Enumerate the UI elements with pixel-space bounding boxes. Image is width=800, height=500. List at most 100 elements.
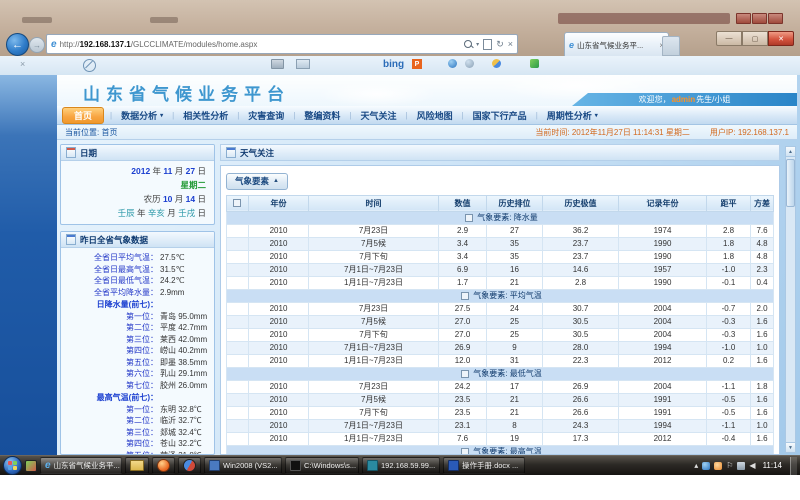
start-button[interactable] (3, 456, 22, 475)
table-cell: 26.6 (543, 393, 619, 406)
menu-item-5[interactable]: 整编资料 (296, 108, 348, 123)
minimize-button[interactable]: — (716, 31, 742, 46)
browser-tab[interactable]: e 山东省气候业务平... × (564, 32, 669, 57)
expand-checkbox[interactable] (461, 292, 469, 300)
volume-icon[interactable]: ◀ (749, 462, 755, 470)
scrollbar-thumb[interactable] (786, 159, 795, 207)
table-cell: 1.8 (707, 250, 751, 263)
tray-network-app-icon[interactable] (702, 462, 710, 470)
menu-item-9[interactable]: 周期性分析▾ (539, 108, 606, 123)
calendar-text: 14 (186, 194, 195, 204)
stop-icon[interactable]: × (508, 39, 513, 49)
menu-item-3[interactable]: 相关性分析 (175, 108, 236, 123)
mail-icon[interactable] (296, 59, 310, 69)
plugin-icon[interactable] (530, 59, 539, 68)
network-icon[interactable] (737, 462, 745, 470)
menu-item-8[interactable]: 国家下行产品 (465, 108, 535, 123)
element-group-row[interactable]: 气象要素: 平均气温 (227, 289, 774, 302)
table-row: 20107月1日~7月23日6.91614.61957-1.02.3 (227, 263, 774, 276)
menu-separator: | (462, 111, 464, 120)
task-button-remote[interactable]: 192.168.59.99... (362, 457, 440, 474)
new-tab-button[interactable] (662, 36, 680, 56)
scroll-down-arrow[interactable]: ▼ (786, 442, 795, 452)
tab-title[interactable]: 山东省气候业务平... (577, 40, 656, 51)
task-button-media[interactable] (178, 457, 201, 474)
table-cell: 1.7 (439, 276, 487, 289)
expand-checkbox[interactable] (465, 214, 473, 222)
expand-checkbox[interactable] (461, 370, 469, 378)
task-button-word[interactable]: 操作手册.docx ... (443, 457, 525, 474)
table-row: 20107月23日27.52430.72004-0.72.0 (227, 302, 774, 315)
url-text[interactable]: http://192.168.137.1/GLCCLIMATE/modules/… (60, 40, 462, 49)
photo-icon[interactable] (465, 59, 474, 68)
select-all-checkbox[interactable] (233, 199, 241, 207)
rank-label: 第四位： (61, 346, 158, 356)
stat-label: 全省日最高气温： (61, 265, 158, 275)
blocked-content-icon[interactable] (83, 59, 96, 72)
task-button-explorer[interactable] (125, 457, 149, 474)
scroll-up-arrow[interactable]: ▲ (786, 147, 795, 157)
dropdown-caret-icon[interactable]: ▾ (476, 41, 479, 48)
refresh-icon[interactable]: ↻ (496, 39, 504, 50)
rank-value: 苍山 32.2℃ (160, 439, 202, 449)
menu-item-6[interactable]: 天气关注 (352, 108, 404, 123)
tray-weather-icon[interactable] (714, 462, 722, 470)
forward-button[interactable]: → (29, 37, 45, 53)
compatibility-view-icon[interactable] (483, 39, 492, 50)
rank-label: 第六位： (61, 369, 158, 379)
taskbar-clock[interactable]: 11:14 (763, 461, 782, 470)
yesterday-panel-title: 昨日全省气象数据 (80, 234, 148, 246)
task-button-vm[interactable]: Win2008 (VS2... (204, 457, 282, 474)
menu-item-7[interactable]: 风险地图 (409, 108, 461, 123)
element-group-row[interactable]: 气象要素: 降水量 (227, 211, 774, 224)
show-desktop-button[interactable] (790, 457, 797, 475)
rank-row: 第三位：郯城 32.4℃ (61, 428, 212, 438)
table-cell: 3.4 (439, 250, 487, 263)
row-select-cell (227, 315, 249, 328)
page-scrollbar[interactable]: ▲ ▼ (785, 146, 796, 453)
pinned-app-icon[interactable] (25, 460, 37, 472)
menu-separator: | (536, 111, 538, 120)
toolbar-close-icon[interactable]: × (20, 59, 25, 69)
welcome-text: 欢迎您， (639, 94, 671, 105)
table-row: 20107月下旬3.43523.719901.84.8 (227, 250, 774, 263)
table-cell: 7月下旬 (309, 328, 439, 341)
address-bar[interactable]: e http://192.168.137.1/GLCCLIMATE/module… (46, 34, 518, 54)
task-button-app-orange[interactable] (152, 457, 175, 474)
table-row: 20107月1日~7月23日23.1824.31994-1.11.0 (227, 419, 774, 432)
task-button-ie[interactable]: e 山东省气候业务平... (40, 457, 122, 474)
cloud-decoration (317, 81, 437, 106)
table-cell: 0.2 (707, 354, 751, 367)
table-cell: 23.7 (543, 237, 619, 250)
element-group-row[interactable]: 气象要素: 最高气温 (227, 445, 774, 455)
search-icon[interactable] (464, 40, 472, 48)
back-button[interactable]: ← (6, 33, 29, 56)
element-group-row[interactable]: 气象要素: 最低气温 (227, 367, 774, 380)
menu-item-2[interactable]: 数据分析▾ (113, 108, 171, 123)
calendar-text: 年 (135, 208, 148, 218)
camera-icon[interactable] (271, 59, 284, 69)
table-cell: 2012 (619, 432, 707, 445)
maximize-button[interactable]: ▢ (742, 31, 768, 46)
calendar-text: 壬辰 (118, 208, 135, 218)
table-row: 20107月5候23.52126.61991-0.51.6 (227, 393, 774, 406)
menu-item-4[interactable]: 灾害查询 (240, 108, 292, 123)
bing-badge-icon[interactable]: P (412, 59, 422, 69)
close-button[interactable]: ✕ (768, 31, 794, 46)
element-group-cell: 气象要素: 最低气温 (227, 367, 774, 380)
table-cell: -1.1 (707, 380, 751, 393)
menu-item-1[interactable]: 首页 (62, 107, 104, 124)
messenger-icon[interactable] (448, 59, 457, 68)
action-center-flag-icon[interactable]: ⚐ (726, 462, 733, 470)
weather-data-table: 年份时间数值历史排位历史极值记录年份距平方差 气象要素: 降水量20107月23… (226, 195, 774, 456)
task-button-cmd[interactable]: C:\Windows\s... (285, 457, 359, 474)
yesterday-panel-header: 昨日全省气象数据 (61, 232, 214, 248)
expand-checkbox[interactable] (461, 448, 469, 455)
calendar-text: 农历 (144, 194, 163, 204)
table-row: 20107月5候27.02530.52004-0.31.6 (227, 315, 774, 328)
element-filter-button[interactable]: 气象要素 ▲ (226, 173, 288, 190)
bing-logo[interactable]: bing (383, 59, 404, 70)
tray-expand-icon[interactable]: ▴ (694, 462, 698, 470)
bird-icon[interactable] (492, 59, 501, 68)
table-cell: 25 (487, 328, 543, 341)
